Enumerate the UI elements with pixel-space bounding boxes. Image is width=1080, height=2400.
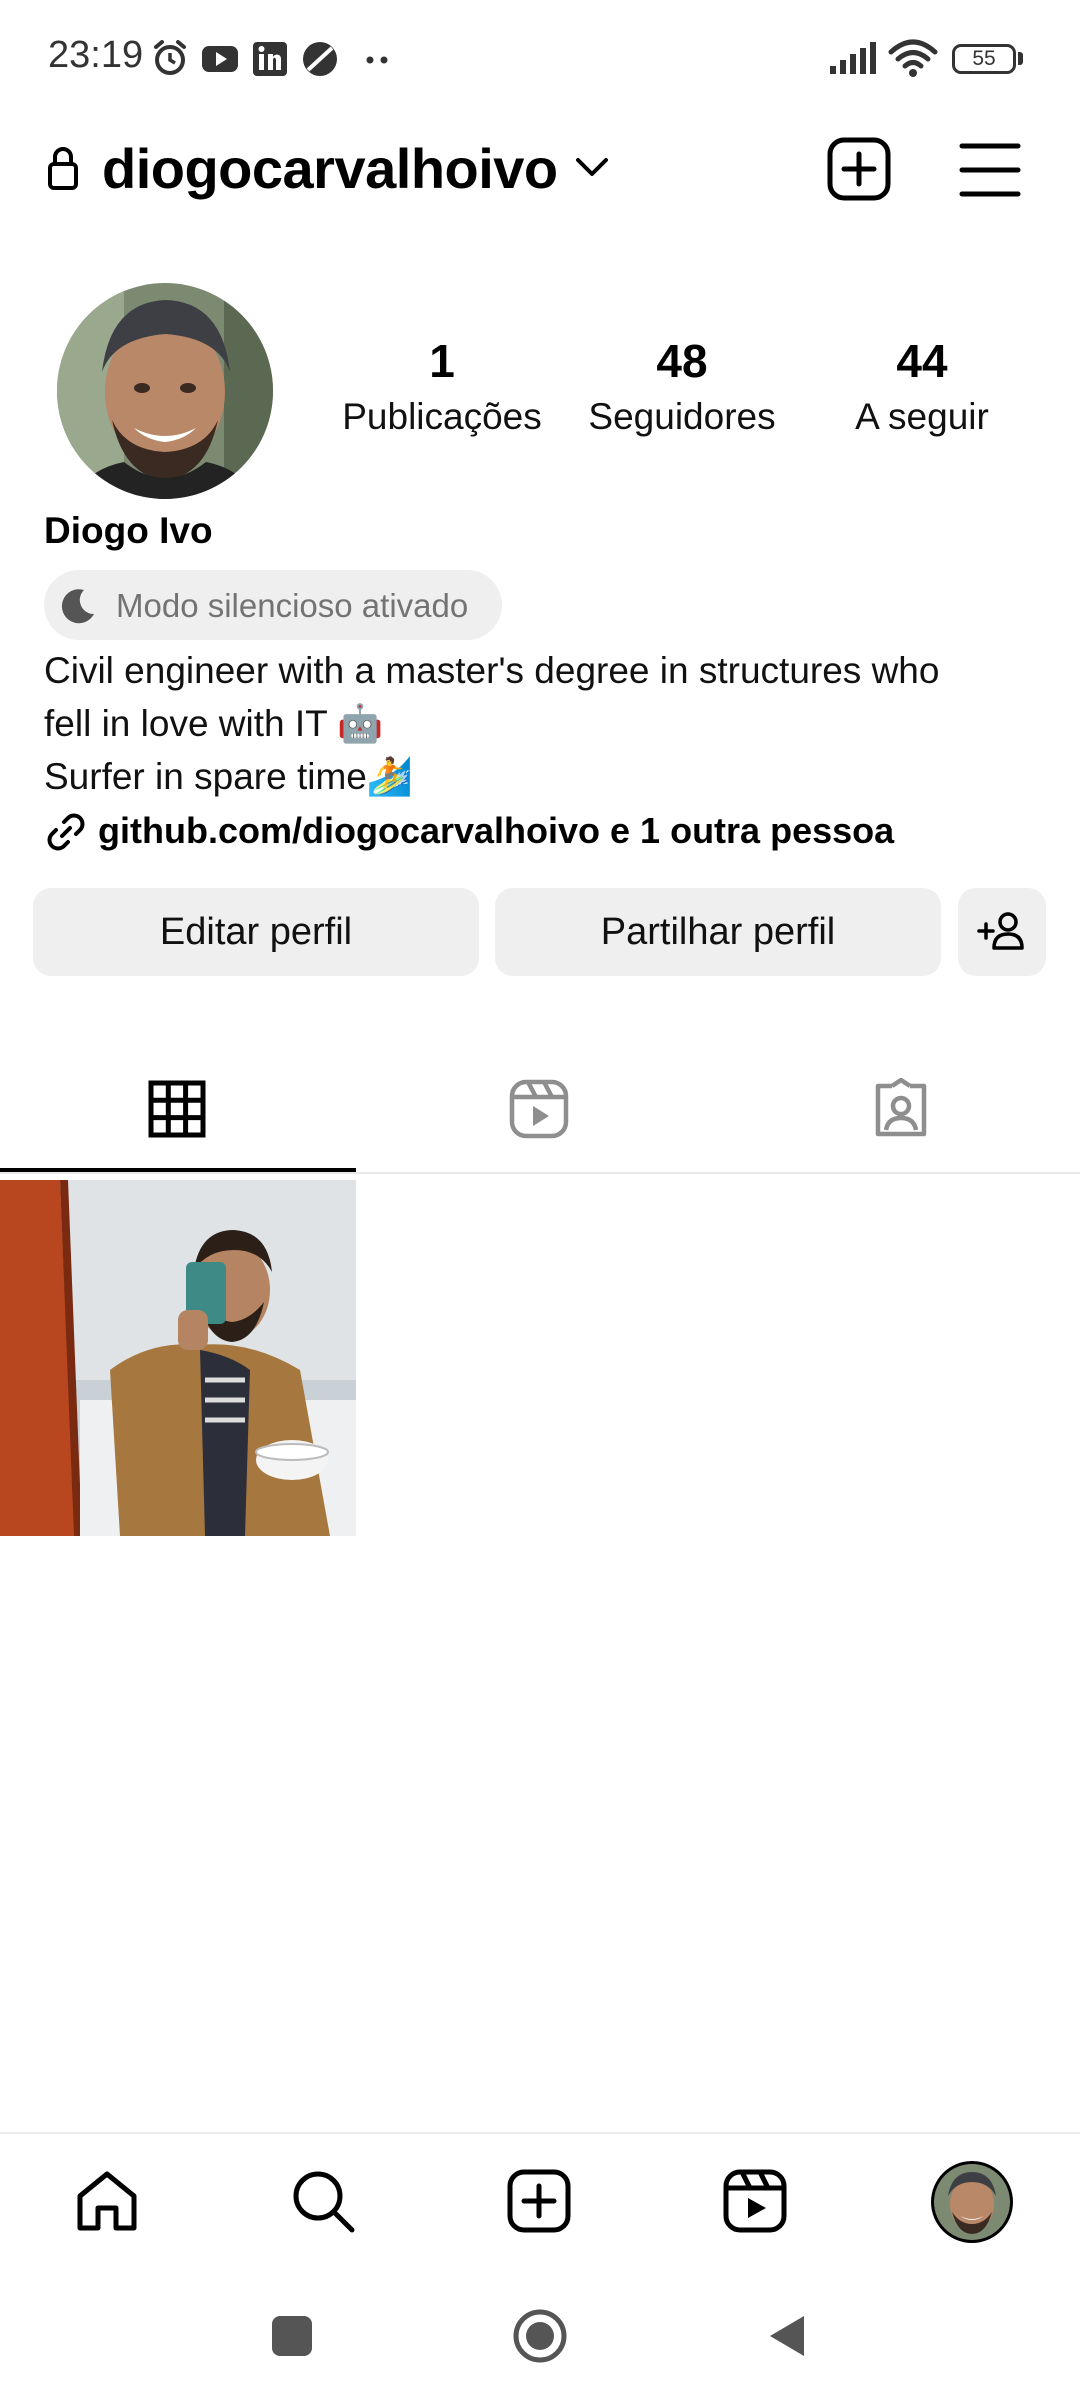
profile-link[interactable]: github.com/diogocarvalhoivo e 1 outra pe… <box>98 810 894 852</box>
add-person-icon <box>977 912 1024 950</box>
more-dots-icon <box>366 56 388 64</box>
back-button[interactable] <box>764 2312 812 2360</box>
tagged-icon[interactable] <box>870 1078 932 1140</box>
grid-icon[interactable] <box>148 1080 206 1138</box>
moon-icon <box>61 589 94 624</box>
signal-icon <box>830 42 876 74</box>
display-name: Diogo Ivo <box>44 510 213 551</box>
reels-icon[interactable] <box>722 2168 788 2234</box>
post-thumbnail[interactable] <box>0 1180 356 1536</box>
new-post-icon[interactable] <box>826 136 892 202</box>
discover-people-button[interactable] <box>958 888 1046 976</box>
profile-username[interactable]: diogocarvalhoivo <box>102 136 558 201</box>
recents-button[interactable] <box>270 2314 314 2358</box>
posts-count[interactable]: 1 <box>322 334 562 388</box>
bio-line: Civil engineer with a master's degree in… <box>44 650 940 691</box>
lock-icon <box>48 147 78 190</box>
tab-divider <box>0 1172 1080 1174</box>
share-profile-button[interactable]: Partilhar perfil <box>495 888 941 976</box>
create-icon[interactable] <box>506 2168 572 2234</box>
wifi-icon <box>888 39 938 77</box>
app-icon <box>303 42 337 76</box>
home-button[interactable] <box>512 2308 568 2364</box>
followers-count[interactable]: 48 <box>562 334 802 388</box>
bio-line: Surfer in spare time🏄 <box>44 756 413 797</box>
home-icon[interactable] <box>74 2168 140 2234</box>
following-label[interactable]: A seguir <box>792 396 1052 438</box>
battery-tip <box>1018 52 1023 65</box>
menu-icon[interactable] <box>958 140 1022 200</box>
profile-avatar[interactable] <box>54 280 276 502</box>
status-time: 23:19 <box>48 34 144 76</box>
profile-tab-avatar[interactable] <box>930 2160 1014 2244</box>
following-count[interactable]: 44 <box>802 334 1042 388</box>
followers-label[interactable]: Seguidores <box>552 396 812 438</box>
bio-line: fell in love with IT 🤖 <box>44 703 384 744</box>
chevron-down-icon[interactable] <box>572 152 612 184</box>
edit-profile-button[interactable]: Editar perfil <box>33 888 479 976</box>
bottom-nav-divider <box>0 2132 1080 2134</box>
alarm-icon <box>154 40 186 75</box>
quiet-mode-label: Modo silencioso ativado <box>116 587 469 624</box>
link-icon <box>47 813 85 851</box>
linkedin-icon <box>253 42 287 76</box>
search-icon[interactable] <box>290 2168 356 2234</box>
reels-tab-icon[interactable] <box>508 1078 570 1140</box>
battery-indicator: 55 <box>952 44 1016 74</box>
youtube-icon <box>202 46 238 72</box>
posts-label[interactable]: Publicações <box>312 396 572 438</box>
